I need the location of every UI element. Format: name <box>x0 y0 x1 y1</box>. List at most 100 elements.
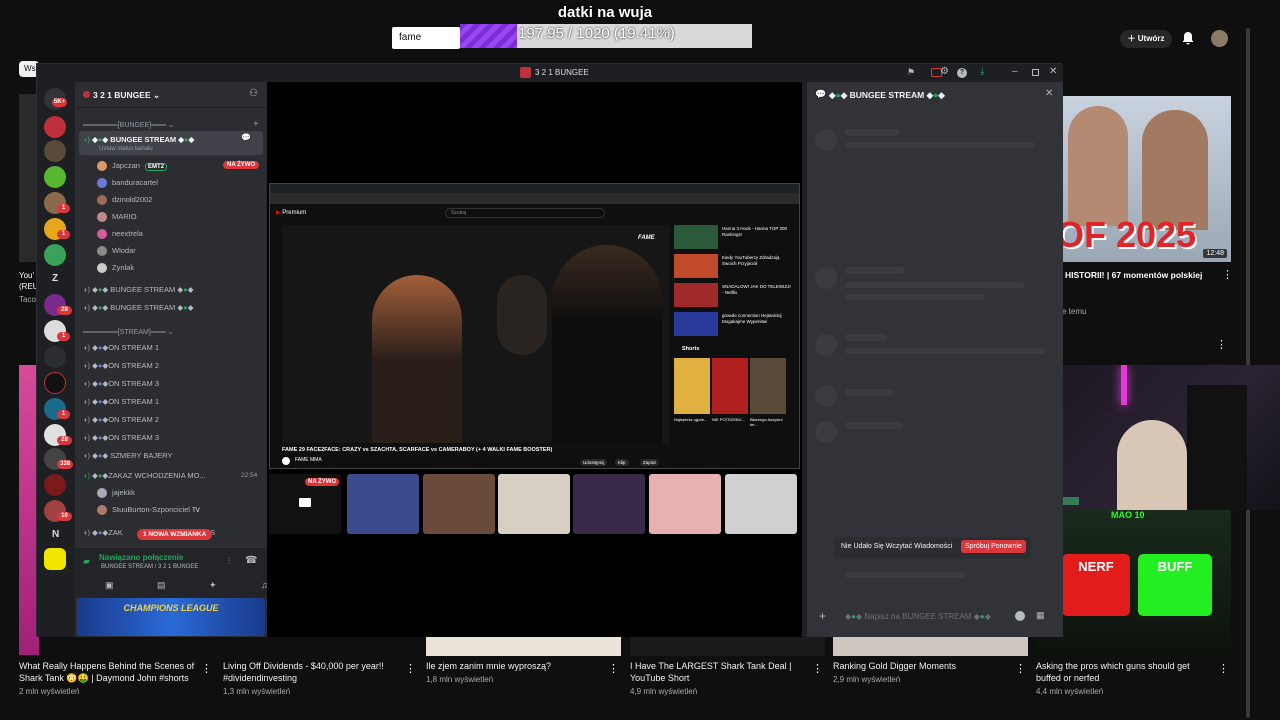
more-icon[interactable]: ⋮ <box>1222 268 1233 281</box>
activity-banner[interactable]: CHAMPIONS LEAGUE <box>77 598 265 636</box>
bottom-video-title[interactable]: Asking the pros which guns should get bu… <box>1036 660 1216 684</box>
participant-tile[interactable] <box>573 474 645 534</box>
shared-screen[interactable]: ▶ Premium Szukaj FAME FAME 29 FACE2FACE:… <box>269 183 800 469</box>
right-short-thumb[interactable]: MAO 10 NERF BUFF <box>1036 510 1231 656</box>
screen-share-icon[interactable]: ▤ <box>157 580 166 591</box>
server-icon[interactable] <box>44 244 66 266</box>
folder-z-icon[interactable]: Z <box>52 273 58 284</box>
minimize-button[interactable]: – <box>1012 66 1018 77</box>
participant-tile[interactable] <box>423 474 495 534</box>
bottom-video-title[interactable]: Ranking Gold Digger Moments <box>833 660 1023 672</box>
participant-tile[interactable] <box>725 474 797 534</box>
short-title[interactable]: Błazengo Assystul ter... <box>750 417 786 427</box>
more-icon[interactable]: ⋮ <box>1015 662 1026 675</box>
create-button[interactable]: ＋ Utwórz <box>1120 30 1172 48</box>
voice-channel[interactable]: ◖) ◆●◆ON STREAM 1 <box>83 343 159 352</box>
voice-channel[interactable]: ◖) ◆●◆ON STREAM 2 <box>83 361 159 370</box>
inner-action[interactable]: Zapisz <box>640 459 660 466</box>
activity-icon[interactable]: ✦ <box>209 580 217 591</box>
notifications-bell-icon[interactable] <box>1182 31 1194 45</box>
more-icon[interactable]: ⋮ <box>608 662 619 675</box>
maximize-button[interactable] <box>1032 69 1039 76</box>
voice-channel-bungee-stream[interactable]: ◖) ◆●◆ BUNGEE STREAM ◆●◆ <box>83 135 194 144</box>
server-icon[interactable] <box>44 474 66 496</box>
gear-icon[interactable]: ⚙ <box>940 66 949 77</box>
short-thumb[interactable] <box>712 358 748 414</box>
right-thumbnail[interactable]: OF 2025 12:48 <box>1062 96 1231 262</box>
voice-user[interactable]: StuuBurton-Szponciciel TV <box>97 505 200 516</box>
bottom-video-title[interactable]: What Really Happens Behind the Scenes of… <box>19 660 209 684</box>
short-title[interactable]: NIE POTRZEBU... <box>712 417 748 422</box>
account-avatar[interactable] <box>1211 30 1228 47</box>
voice-channel[interactable]: ◖) ◆●◆ BUNGEE STREAM ◆●◆ <box>83 303 193 312</box>
side-title[interactable]: Hanna 3 Hook - Hanna TOP 200 Rankings! <box>722 226 792 238</box>
short-title[interactable]: Najlepiesz ujęcie... <box>674 417 710 422</box>
voice-channel[interactable]: ◖) ◆●◆ON STREAM 1 <box>83 397 159 406</box>
folder-icon[interactable] <box>44 346 66 368</box>
inner-video-player[interactable]: FAME <box>282 225 670 443</box>
message-input[interactable]: ◆●◆ Napisz na BUNGEE STREAM ◆●◆ <box>845 612 991 621</box>
apps-icon[interactable]: ▦ <box>1036 610 1045 621</box>
attach-icon[interactable]: + <box>819 609 826 623</box>
noise-suppression-icon[interactable]: ⫶ <box>228 556 230 567</box>
voice-channel[interactable]: ◖) ◆●◆ BUNGEE STREAM ◆●◆ <box>83 285 193 294</box>
more-icon[interactable]: ⋮ <box>1218 662 1229 675</box>
side-title[interactable]: growde connection Hejtanickij Mogakajme … <box>722 313 792 325</box>
side-thumb[interactable] <box>674 254 718 278</box>
side-thumb[interactable] <box>674 225 718 249</box>
side-thumb[interactable] <box>674 283 718 307</box>
inner-channel-name[interactable]: FAME MMA <box>295 457 322 463</box>
side-title[interactable]: SNADALOW! JAK DO TELEWIZJI - Netflix <box>722 284 792 296</box>
inner-channel-avatar[interactable] <box>282 457 290 465</box>
server-icon[interactable] <box>44 140 66 162</box>
download-icon[interactable]: ⤓ <box>980 66 984 77</box>
side-title[interactable]: Kiedy YouTuberzy Zdradzają Swoich Przyja… <box>722 255 792 267</box>
connection-channel[interactable]: BUNGEE STREAM / 3 2 1 BUNGEE <box>101 564 198 570</box>
folder-n-icon[interactable]: N <box>52 529 59 540</box>
more-icon[interactable]: ⋮ <box>1216 338 1227 351</box>
signal-icon[interactable]: ▰ <box>83 556 90 567</box>
voice-channel[interactable]: ◖) ◆●◆ SZMERY BAJERY <box>83 451 172 460</box>
voice-user[interactable]: Japczan EMT2 <box>97 161 168 172</box>
server-icon[interactable] <box>44 548 66 570</box>
inner-search[interactable]: Szukaj <box>445 208 605 218</box>
inner-video-title[interactable]: FAME 29 FACE2FACE: CRAZY vs SZACHTA, SCA… <box>282 447 552 453</box>
bottom-video-title[interactable]: Ile zjem zanim mnie wyproszą? <box>426 660 616 672</box>
voice-user[interactable]: dzinold2002 <box>97 195 152 206</box>
more-icon[interactable]: ⋮ <box>812 662 823 675</box>
short-thumb[interactable] <box>674 358 710 414</box>
category-bungee[interactable]: ═══════[BUNGEE]═══ ⌄ <box>83 121 174 129</box>
voice-user[interactable]: MARIO <box>97 212 137 223</box>
more-icon[interactable]: ⋮ <box>405 662 416 675</box>
help-icon[interactable]: ? <box>957 68 967 78</box>
self-tile[interactable]: NA ŻYWO <box>269 474 341 534</box>
voice-channel-zakaz[interactable]: ◖) ◆●◆ZAKAZ WCHODZENIA MO... <box>83 471 206 480</box>
inner-action[interactable]: Klip <box>615 459 629 466</box>
camera-icon[interactable]: ▣ <box>105 580 114 591</box>
short-thumb-3[interactable] <box>426 636 621 656</box>
inner-action[interactable]: Udostępnij <box>580 459 608 466</box>
new-mention-pill[interactable]: 1 NOWA WZMIANKA <box>137 529 213 540</box>
voice-channel[interactable]: ◖) ◆●◆ON STREAM 3 <box>83 433 159 442</box>
participant-tile[interactable] <box>347 474 419 534</box>
server-icon[interactable] <box>44 372 66 394</box>
voice-user[interactable]: jajekkk <box>97 488 135 499</box>
voice-channel[interactable]: ◖) ◆●◆ON STREAM 2 <box>83 415 159 424</box>
short-thumb-4[interactable] <box>630 636 825 656</box>
chat-icon[interactable]: 💬 <box>241 133 251 142</box>
voice-channel[interactable]: ◖) ◆●◆ON STREAM 3 <box>83 379 159 388</box>
participant-tile[interactable] <box>498 474 570 534</box>
voice-user[interactable]: banduracartel <box>97 178 158 189</box>
right-video-title[interactable]: HISTORII! | 67 momentów polskiej <box>1065 270 1202 280</box>
close-button[interactable]: ✕ <box>1049 66 1057 77</box>
add-channel-icon[interactable]: + <box>253 119 259 130</box>
bottom-video-title[interactable]: I Have The LARGEST Shark Tank Deal | You… <box>630 660 820 684</box>
connection-status[interactable]: Nawiązano połączenie <box>99 553 183 562</box>
participant-tile[interactable] <box>649 474 721 534</box>
bottom-video-title[interactable]: Living Off Dividends - $40,000 per year!… <box>223 660 413 684</box>
server-icon[interactable] <box>44 116 66 138</box>
emoji-icon[interactable] <box>1015 611 1025 621</box>
side-thumb[interactable] <box>674 312 718 336</box>
category-stream[interactable]: ═══════[STREAM]═══ ⌄ <box>83 328 173 336</box>
server-header[interactable]: 3 2 1 BUNGEE ⌄ <box>83 90 160 101</box>
